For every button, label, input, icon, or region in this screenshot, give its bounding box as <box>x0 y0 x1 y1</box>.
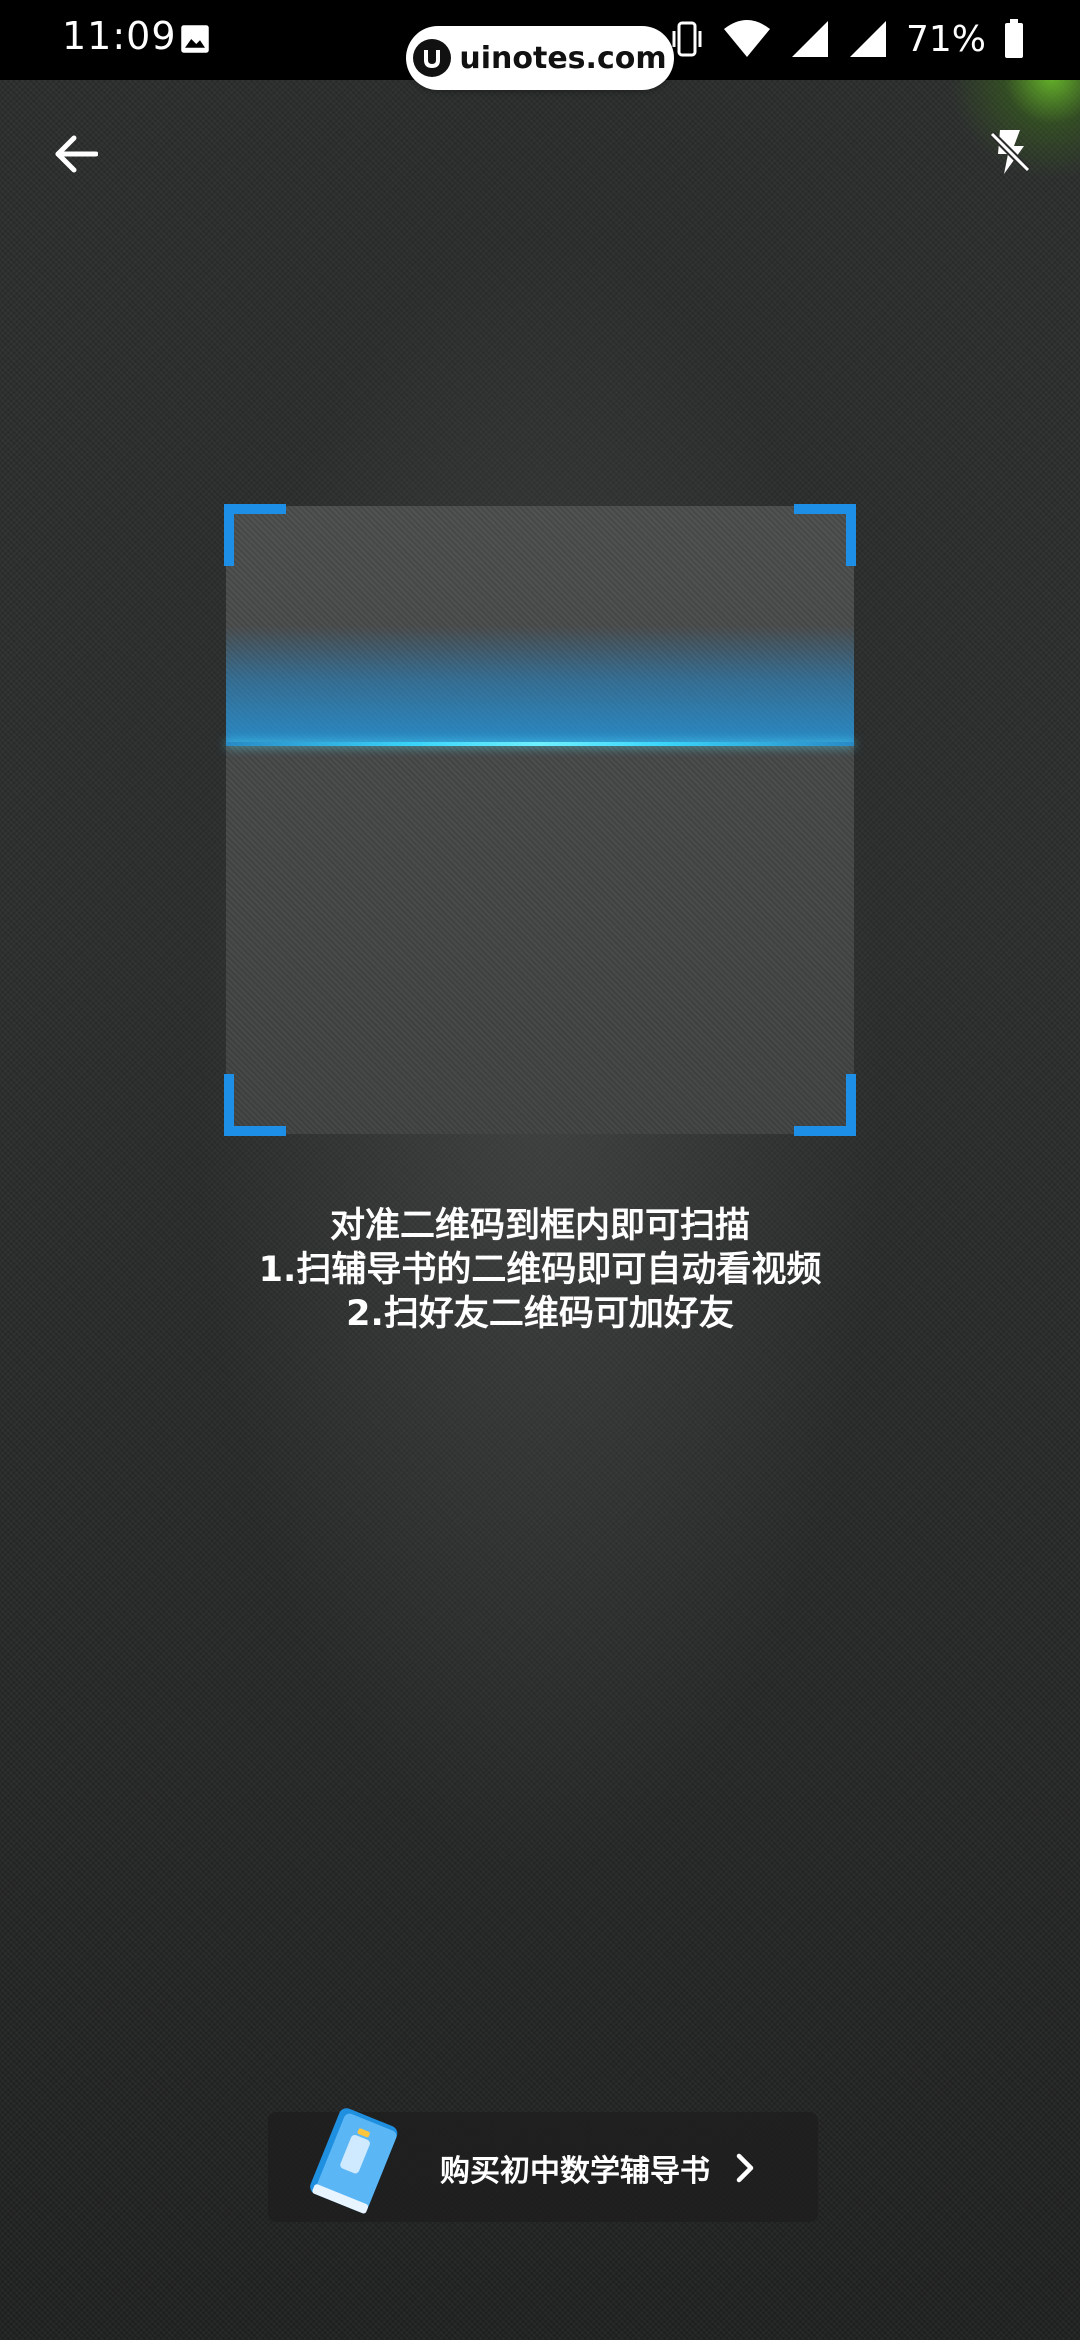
scan-instructions: 对准二维码到框内即可扫描 1.扫辅导书的二维码即可自动看视频 2.扫好友二维码可… <box>0 1204 1080 1336</box>
scanner-screen: 11:09 71% uinotes.com 对准二维码到框内即可扫描 1.扫辅导… <box>0 0 1080 2340</box>
chevron-right-icon <box>736 2153 754 2183</box>
scan-frame <box>224 504 856 1136</box>
status-icons: 71% <box>670 14 1024 64</box>
signal-icon <box>849 21 886 57</box>
watermark-logo-icon <box>413 39 452 77</box>
watermark-text: uinotes.com <box>459 40 667 76</box>
gallery-icon <box>181 25 209 53</box>
buy-guide-book-button[interactable]: 购买初中数学辅导书 <box>268 2108 818 2222</box>
status-time: 11:09 <box>62 14 177 58</box>
scan-line <box>226 742 854 746</box>
arrow-left-icon <box>55 135 98 173</box>
vibrate-icon <box>672 21 702 57</box>
battery-percent: 71% <box>905 18 986 60</box>
signal-icon <box>791 21 828 57</box>
flash-off-icon <box>989 130 1031 174</box>
instruction-line-3: 2.扫好友二维码可加好友 <box>346 1294 734 1334</box>
battery-icon <box>1005 19 1023 58</box>
wifi-icon <box>723 20 770 57</box>
flash-toggle-button[interactable] <box>978 120 1042 184</box>
instruction-line-1: 对准二维码到框内即可扫描 <box>329 1206 750 1246</box>
watermark-badge: uinotes.com <box>406 26 674 90</box>
scan-corner-bottom-right <box>794 1074 856 1136</box>
scan-corner-top-right <box>794 504 856 566</box>
scan-corner-bottom-left <box>224 1074 286 1136</box>
buy-guide-book-label: 购买初中数学辅导书 <box>440 2154 710 2189</box>
back-button[interactable] <box>44 122 108 186</box>
scan-beam <box>226 626 854 746</box>
book-icon <box>310 2108 398 2214</box>
scan-corner-top-left <box>224 504 286 566</box>
instruction-line-2: 1.扫辅导书的二维码即可自动看视频 <box>258 1250 822 1290</box>
